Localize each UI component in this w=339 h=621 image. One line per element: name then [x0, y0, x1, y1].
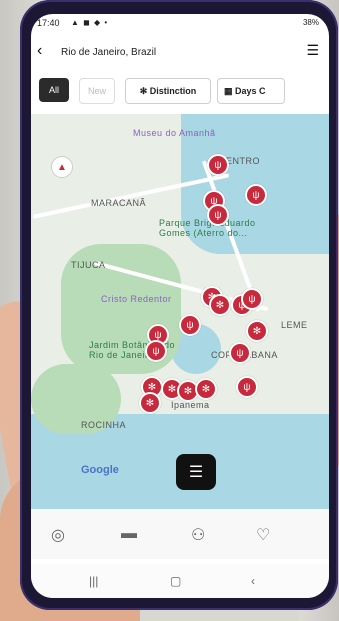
- map-label: Cristo Redentor: [101, 294, 172, 304]
- status-time: 17:40: [37, 18, 60, 28]
- map-view[interactable]: ▲ Museu do Amanhã CENTRO MARACANÃ Parque…: [31, 114, 329, 509]
- restaurant-pin[interactable]: ψ: [145, 340, 167, 362]
- back-nav-icon[interactable]: ‹: [251, 574, 255, 588]
- back-arrow-icon[interactable]: ‹: [37, 42, 42, 60]
- bottom-nav: ◎ ▬ ⚇ ♡: [31, 509, 329, 559]
- map-label: ROCINHA: [81, 420, 127, 430]
- restaurant-pin[interactable]: ψ: [179, 314, 201, 336]
- map-label: LEME: [281, 320, 308, 330]
- filter-new-button[interactable]: New: [79, 78, 115, 104]
- distinction-icon: ✻: [139, 85, 150, 96]
- filter-bar: All New ✻ Distinction ▦ Days C: [31, 78, 329, 108]
- restaurant-pin[interactable]: ψ: [236, 376, 258, 398]
- compass-icon[interactable]: ▲: [51, 156, 73, 178]
- favorites-heart-icon[interactable]: ♡: [256, 525, 270, 545]
- restaurant-pin[interactable]: ✻: [209, 294, 231, 316]
- restaurant-pin[interactable]: ψ: [241, 288, 263, 310]
- restaurant-pin[interactable]: ψ: [229, 342, 251, 364]
- map-label: MARACANÃ: [91, 198, 147, 208]
- map-label: TIJUCA: [71, 260, 106, 270]
- status-bar: 17:40 ▲ ◼ ◆ • 38%: [31, 14, 329, 34]
- calendar-icon: ▦: [224, 85, 236, 96]
- battery-level: 38%: [302, 18, 319, 27]
- phone-screen: 17:40 ▲ ◼ ◆ • 38% ‹ Rio de Janeiro, Braz…: [31, 14, 329, 598]
- restaurant-pin[interactable]: ✻: [246, 320, 268, 342]
- header: ‹ Rio de Janeiro, Brazil ☰: [31, 36, 329, 72]
- distinction-label: Distinction: [149, 86, 197, 96]
- days-label: Days C: [235, 86, 266, 96]
- restaurant-pin[interactable]: ψ: [207, 204, 229, 226]
- hotel-bed-icon[interactable]: ▬: [121, 525, 137, 543]
- restaurant-pin[interactable]: ψ: [207, 154, 229, 176]
- home-icon[interactable]: ▢: [170, 574, 181, 588]
- filter-distinction-button[interactable]: ✻ Distinction: [125, 78, 211, 104]
- restaurant-pin[interactable]: ψ: [245, 184, 267, 206]
- filter-all-button[interactable]: All: [39, 78, 69, 102]
- map-label: Museu do Amanhã: [133, 128, 216, 138]
- restaurant-pin[interactable]: ✻: [139, 392, 161, 414]
- profile-icon[interactable]: ⚇: [191, 525, 205, 545]
- status-icons: ▲ ◼ ◆ •: [71, 18, 109, 27]
- page-title: Rio de Janeiro, Brazil: [61, 47, 157, 58]
- filter-days-button[interactable]: ▦ Days C: [217, 78, 285, 104]
- michelin-guide-icon[interactable]: ◎: [51, 525, 65, 545]
- menu-icon[interactable]: ☰: [306, 42, 319, 59]
- restaurant-pin[interactable]: ✻: [195, 378, 217, 400]
- google-logo: Google: [81, 464, 119, 476]
- system-nav-bar: ||| ▢ ‹: [31, 564, 329, 598]
- list-view-button[interactable]: ☰: [176, 454, 216, 490]
- recent-apps-icon[interactable]: |||: [89, 574, 98, 588]
